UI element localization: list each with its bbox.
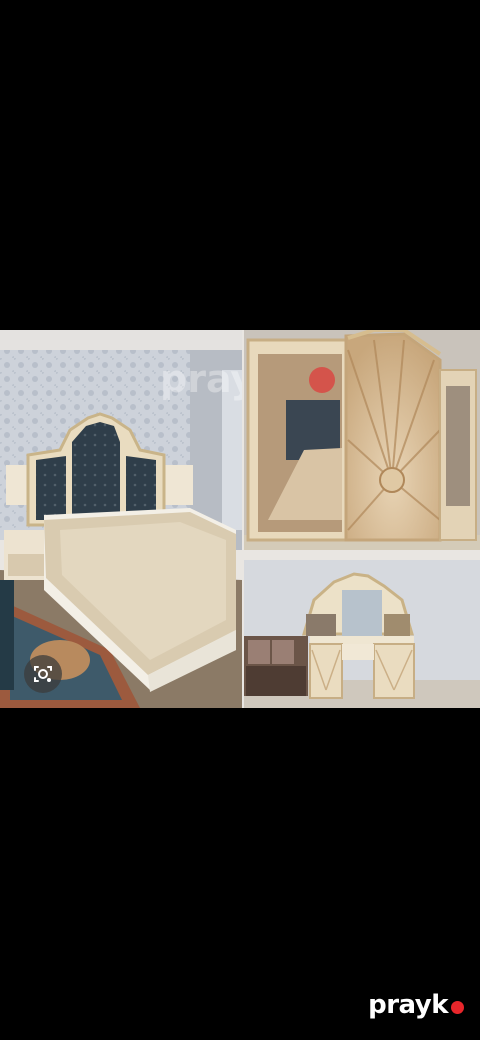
brand-logo: prayk: [368, 990, 464, 1020]
watermark-text: prayk: [160, 357, 242, 401]
brand-logo-text: prayk: [368, 990, 448, 1020]
lens-search-button[interactable]: [24, 655, 62, 693]
bedroom-photo-collage: prayk: [0, 330, 480, 708]
wardrobe-photo: [244, 330, 480, 550]
brand-logo-dot: [451, 1000, 464, 1014]
watermark-dot: [309, 367, 335, 393]
camera-search-icon: [34, 666, 52, 682]
bed-photo: prayk: [0, 330, 242, 708]
dresser-photo: [244, 560, 480, 708]
image-viewer: prayk: [0, 0, 480, 1040]
